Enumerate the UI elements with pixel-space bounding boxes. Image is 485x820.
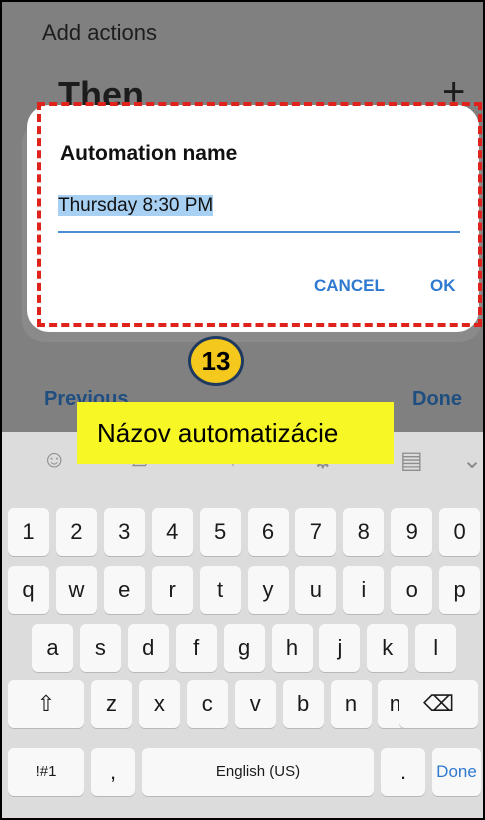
number-key-0[interactable]: 0 <box>439 508 481 556</box>
letter-key-z[interactable]: z <box>91 680 132 728</box>
screenshot-frame: Add actions Then + Previous Done Automat… <box>0 0 485 820</box>
comma-key[interactable]: , <box>91 748 135 796</box>
keyboard: ☺ ▱ ♀ ⚙ ▤ ⌄ 1234567890 qwertyuiop asdfgh… <box>2 432 483 818</box>
done-button[interactable]: Done <box>412 388 462 411</box>
letter-key-f[interactable]: f <box>175 624 217 672</box>
app-header-title: Add actions <box>42 20 157 45</box>
cancel-button[interactable]: CANCEL <box>314 276 385 296</box>
number-key-3[interactable]: 3 <box>103 508 145 556</box>
backspace-key[interactable]: ⌫ <box>399 680 478 728</box>
letter-key-u[interactable]: u <box>295 566 337 614</box>
number-key-5[interactable]: 5 <box>199 508 241 556</box>
period-key[interactable]: . <box>381 748 425 796</box>
letter-key-y[interactable]: y <box>247 566 289 614</box>
letter-key-c[interactable]: c <box>186 680 228 728</box>
letter-key-a[interactable]: a <box>32 624 73 672</box>
letter-key-n[interactable]: n <box>330 680 372 728</box>
number-key-4[interactable]: 4 <box>151 508 193 556</box>
letter-key-o[interactable]: o <box>391 566 433 614</box>
keyboard-done-key[interactable]: Done <box>432 748 481 796</box>
letter-key-g[interactable]: g <box>223 624 265 672</box>
space-key[interactable]: English (US) <box>142 748 374 796</box>
letter-key-h[interactable]: h <box>271 624 313 672</box>
letter-key-r[interactable]: r <box>151 566 193 614</box>
letter-key-j[interactable]: j <box>319 624 361 672</box>
letter-key-v[interactable]: v <box>234 680 276 728</box>
selected-text: Thursday 8:30 PM <box>58 195 214 216</box>
letter-key-x[interactable]: x <box>138 680 180 728</box>
number-key-2[interactable]: 2 <box>55 508 97 556</box>
callout-label: Názov automatizácie <box>77 402 394 464</box>
shift-key[interactable]: ⇧ <box>8 680 84 728</box>
number-key-7[interactable]: 7 <box>295 508 337 556</box>
step-number-badge: 13 <box>188 336 244 386</box>
clipboard-icon[interactable]: ▤ <box>400 446 423 475</box>
automation-name-input[interactable]: Thursday 8:30 PM <box>58 195 460 233</box>
letter-key-p[interactable]: p <box>439 566 481 614</box>
symbols-key[interactable]: !#1 <box>8 748 84 796</box>
letter-key-q[interactable]: q <box>8 566 49 614</box>
letter-key-s[interactable]: s <box>79 624 121 672</box>
emoji-icon[interactable]: ☺ <box>42 446 67 474</box>
ok-button[interactable]: OK <box>430 276 456 296</box>
letter-key-w[interactable]: w <box>55 566 97 614</box>
dialog-title: Automation name <box>60 142 238 165</box>
number-key-6[interactable]: 6 <box>247 508 289 556</box>
letter-key-l[interactable]: l <box>415 624 457 672</box>
letter-key-b[interactable]: b <box>282 680 324 728</box>
letter-key-e[interactable]: e <box>103 566 145 614</box>
collapse-icon[interactable]: ⌄ <box>462 446 482 475</box>
letter-key-t[interactable]: t <box>199 566 241 614</box>
number-key-1[interactable]: 1 <box>8 508 49 556</box>
number-key-9[interactable]: 9 <box>391 508 433 556</box>
letter-key-i[interactable]: i <box>343 566 385 614</box>
number-key-8[interactable]: 8 <box>343 508 385 556</box>
letter-key-d[interactable]: d <box>127 624 169 672</box>
letter-key-k[interactable]: k <box>367 624 409 672</box>
